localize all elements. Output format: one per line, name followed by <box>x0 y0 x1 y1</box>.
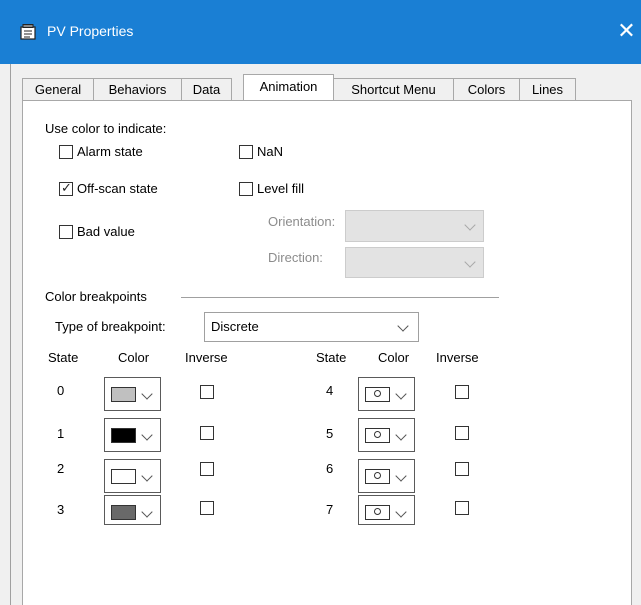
level-fill-label: Level fill <box>257 181 304 196</box>
state-number: 1 <box>57 426 65 441</box>
bad-value-label: Bad value <box>77 224 135 239</box>
color-picker-state-6[interactable] <box>358 459 415 493</box>
no-color-icon <box>374 508 381 515</box>
window-border <box>10 64 11 605</box>
color-swatch <box>111 469 136 484</box>
color-picker-state-1[interactable] <box>104 418 161 452</box>
no-color-swatch <box>365 505 390 520</box>
nan-label: NaN <box>257 144 284 159</box>
animation-panel: Use color to indicate: Alarm state NaN ✓… <box>22 100 632 605</box>
state-number: 6 <box>326 461 334 476</box>
color-column-header: Color <box>378 350 410 365</box>
inverse-checkbox-state-5[interactable] <box>455 426 469 440</box>
chevron-down-icon <box>395 506 407 518</box>
color-picker-state-3[interactable] <box>104 495 161 525</box>
state-column-header: State <box>48 350 79 365</box>
use-color-heading: Use color to indicate: <box>45 121 167 136</box>
bad-value-checkbox[interactable] <box>59 225 73 239</box>
inverse-checkbox-state-2[interactable] <box>200 462 214 476</box>
properties-icon <box>20 24 36 40</box>
no-color-icon <box>374 431 381 438</box>
chevron-down-icon <box>395 429 407 441</box>
chevron-down-icon <box>141 470 153 482</box>
chevron-down-icon <box>395 470 407 482</box>
state-number: 7 <box>326 502 334 517</box>
tab-shortcut-menu[interactable]: Shortcut Menu <box>333 78 454 100</box>
close-button[interactable]: ✕ <box>612 16 641 46</box>
tab-animation[interactable]: Animation <box>243 74 334 100</box>
no-color-icon <box>374 472 381 479</box>
orientation-label: Orientation: <box>268 214 336 229</box>
color-picker-state-7[interactable] <box>358 495 415 525</box>
state-column-header: State <box>316 350 347 365</box>
inverse-checkbox-state-1[interactable] <box>200 426 214 440</box>
direction-label: Direction: <box>268 250 323 265</box>
direction-dropdown[interactable] <box>345 247 484 278</box>
no-color-icon <box>374 390 381 397</box>
tab-data[interactable]: Data <box>181 78 232 100</box>
tab-behaviors[interactable]: Behaviors <box>93 78 182 100</box>
chevron-down-icon <box>464 256 476 268</box>
state-number: 5 <box>326 426 334 441</box>
breakpoint-type-label: Type of breakpoint: <box>55 319 166 334</box>
color-column-header: Color <box>118 350 150 365</box>
color-picker-state-4[interactable] <box>358 377 415 411</box>
chevron-down-icon <box>141 388 153 400</box>
tab-general[interactable]: General <box>22 78 94 100</box>
breakpoint-type-dropdown[interactable]: Discrete <box>204 312 419 342</box>
title-bar: PV Properties ✕ <box>0 0 641 64</box>
tab-lines[interactable]: Lines <box>519 78 576 100</box>
offscan-state-checkbox[interactable]: ✓ <box>59 180 73 196</box>
color-breakpoints-heading: Color breakpoints <box>45 289 147 304</box>
chevron-down-icon <box>395 388 407 400</box>
color-picker-state-0[interactable] <box>104 377 161 411</box>
alarm-state-label: Alarm state <box>77 144 143 159</box>
check-icon: ✓ <box>61 180 72 195</box>
color-swatch <box>111 428 136 443</box>
state-number: 0 <box>57 383 65 398</box>
color-swatch <box>111 505 136 520</box>
inverse-checkbox-state-7[interactable] <box>455 501 469 515</box>
inverse-column-header: Inverse <box>185 350 228 365</box>
window-title: PV Properties <box>47 23 134 39</box>
inverse-checkbox-state-0[interactable] <box>200 385 214 399</box>
no-color-swatch <box>365 387 390 402</box>
state-number: 2 <box>57 461 65 476</box>
level-fill-checkbox[interactable] <box>239 182 253 196</box>
inverse-column-header: Inverse <box>436 350 479 365</box>
nan-checkbox[interactable] <box>239 145 253 159</box>
chevron-down-icon <box>464 219 476 231</box>
color-swatch <box>111 387 136 402</box>
inverse-checkbox-state-4[interactable] <box>455 385 469 399</box>
state-number: 4 <box>326 383 334 398</box>
state-number: 3 <box>57 502 65 517</box>
alarm-state-checkbox[interactable] <box>59 145 73 159</box>
no-color-swatch <box>365 469 390 484</box>
chevron-down-icon <box>141 429 153 441</box>
orientation-dropdown[interactable] <box>345 210 484 242</box>
inverse-checkbox-state-6[interactable] <box>455 462 469 476</box>
inverse-checkbox-state-3[interactable] <box>200 501 214 515</box>
color-picker-state-5[interactable] <box>358 418 415 452</box>
color-picker-state-2[interactable] <box>104 459 161 493</box>
breakpoint-type-value: Discrete <box>211 319 259 334</box>
chevron-down-icon <box>141 506 153 518</box>
no-color-swatch <box>365 428 390 443</box>
group-separator <box>181 297 499 298</box>
tab-colors[interactable]: Colors <box>453 78 520 100</box>
offscan-state-label: Off-scan state <box>77 181 158 196</box>
chevron-down-icon <box>397 320 409 332</box>
